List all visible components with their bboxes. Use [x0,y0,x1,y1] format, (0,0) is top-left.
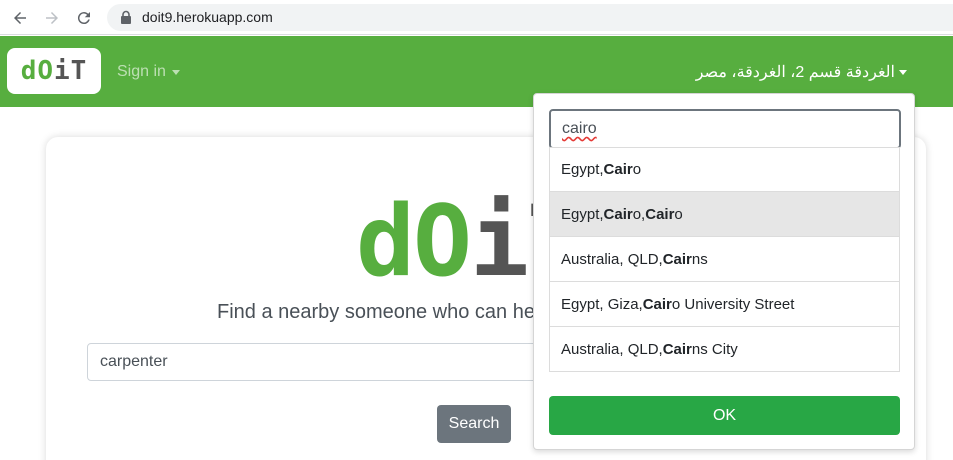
location-result[interactable]: Australia, QLD, Cair ns [549,237,900,282]
result-match: Cair [645,205,675,223]
location-result[interactable]: Egypt, Giza, Cair o University Street [549,282,900,327]
result-prefix: Australia, QLD, [561,250,663,268]
location-result[interactable]: Australia, QLD, Cair ns City [549,327,900,372]
result-suffix: o, [632,205,646,223]
result-match: Cair [662,340,692,358]
result-suffix: ns [691,250,708,268]
browser-toolbar: doit9.herokuapp.com [0,0,953,35]
result-suffix: o [674,205,683,223]
result-prefix: Australia, QLD, [561,340,663,358]
result-prefix: Egypt, Giza, [561,295,643,313]
signin-label: Sign in [117,63,166,80]
ok-button[interactable]: OK [549,396,900,435]
location-popup: cairo Egypt, Cair o Egypt, Cair o, Cair o A… [533,93,915,450]
result-match: Cair [603,205,633,223]
result-match: Cair [642,295,672,313]
tagline: Find a nearby someone who can help [217,301,551,323]
result-suffix: o University Street [671,295,795,313]
search-button[interactable]: Search [437,405,511,443]
location-result[interactable]: Egypt, Cair o, Cair o [549,192,900,237]
forward-arrow-icon[interactable] [39,5,65,31]
brand-logo-left: dO [20,56,54,86]
address-bar[interactable]: doit9.herokuapp.com [107,4,953,31]
back-arrow-icon[interactable] [7,5,33,31]
result-suffix: o [632,161,642,178]
signin-dropdown[interactable]: Sign in [117,63,180,81]
chevron-down-icon [171,69,180,75]
lock-icon [121,10,131,24]
result-match: Cair [662,250,692,268]
brand-logo[interactable]: dOiT [7,48,101,94]
result-suffix: ns City [691,340,738,358]
location-search-value: cairo [562,120,597,137]
url-text: doit9.herokuapp.com [142,9,273,25]
brand-logo-right: iT [54,56,88,86]
location-dropdown[interactable]: الغردقة قسم 2، الغردقة، مصر [696,62,907,82]
result-prefix: Egypt, [561,205,604,223]
chevron-down-icon [899,69,907,75]
location-label: الغردقة قسم 2، الغردقة، مصر [695,64,895,81]
location-result[interactable]: Egypt, Cair o [549,147,900,192]
search-input[interactable]: carpenter [87,343,547,381]
reload-icon[interactable] [71,5,97,31]
location-results-list: Egypt, Cair o Egypt, Cair o, Cair o Austral… [549,147,900,372]
result-prefix: Egypt, [561,161,604,178]
result-match: Cair [603,161,633,178]
location-search-input[interactable]: cairo [549,109,901,149]
hero-logo-left: dO [356,185,472,299]
